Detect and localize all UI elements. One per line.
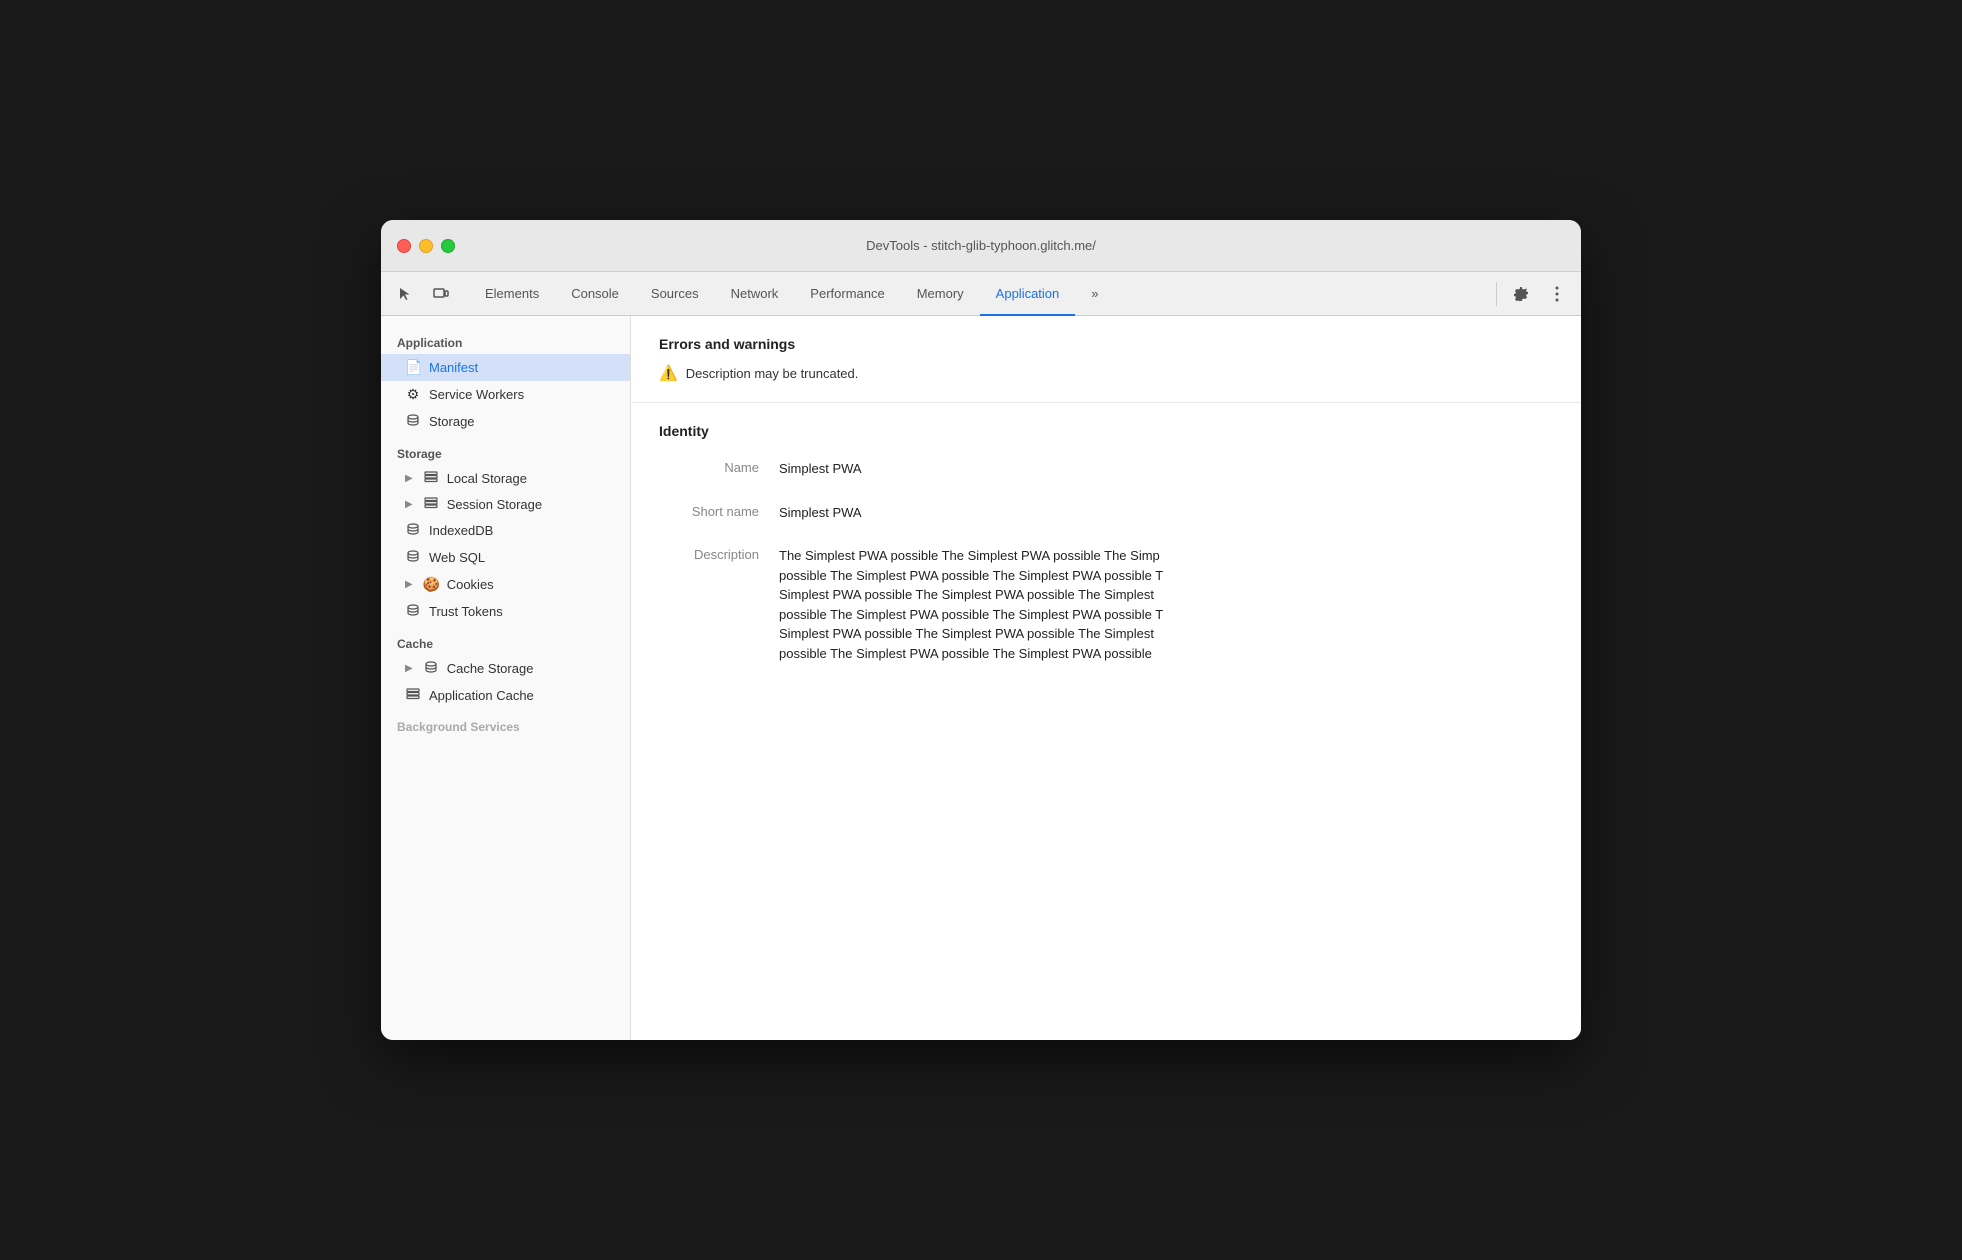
sidebar-item-indexeddb[interactable]: IndexedDB (381, 517, 630, 544)
device-toolbar-icon[interactable] (425, 278, 457, 310)
tab-application[interactable]: Application (980, 273, 1076, 316)
tabs: Elements Console Sources Network Perform… (469, 272, 1484, 315)
cache-storage-icon (423, 660, 439, 677)
arrow-icon-local-storage: ▶ (405, 473, 413, 484)
sidebar-item-cache-storage[interactable]: ▶ Cache Storage (381, 655, 630, 682)
sidebar-item-label-local-storage: Local Storage (447, 471, 527, 486)
content-panel: Errors and warnings ⚠️ Description may b… (631, 316, 1581, 1040)
window-title: DevTools - stitch-glib-typhoon.glitch.me… (866, 238, 1096, 253)
tab-elements[interactable]: Elements (469, 273, 555, 316)
local-storage-icon (423, 470, 439, 486)
traffic-lights (397, 239, 455, 253)
toolbar-right (1492, 272, 1573, 315)
application-cache-icon (405, 687, 421, 703)
sidebar-item-websql[interactable]: Web SQL (381, 544, 630, 571)
sidebar-item-service-workers[interactable]: ⚙ Service Workers (381, 381, 630, 408)
sidebar-item-local-storage[interactable]: ▶ Local Storage (381, 465, 630, 491)
value-name: Simplest PWA (779, 459, 1553, 479)
arrow-icon-session-storage: ▶ (405, 499, 413, 510)
indexeddb-icon (405, 522, 421, 539)
tab-sources[interactable]: Sources (635, 273, 715, 316)
tab-memory[interactable]: Memory (901, 273, 980, 316)
errors-section: Errors and warnings ⚠️ Description may b… (631, 316, 1581, 403)
tab-console[interactable]: Console (555, 273, 635, 316)
sidebar-item-label-cache-storage: Cache Storage (447, 661, 534, 676)
identity-row-name: Name Simplest PWA (659, 459, 1553, 479)
sidebar-item-label-indexeddb: IndexedDB (429, 523, 493, 538)
sidebar-item-application-cache[interactable]: Application Cache (381, 682, 630, 708)
maximize-button[interactable] (441, 239, 455, 253)
label-description: Description (659, 546, 779, 562)
tab-network[interactable]: Network (715, 273, 795, 316)
identity-section: Identity Name Simplest PWA Short name Si… (631, 403, 1581, 707)
close-button[interactable] (397, 239, 411, 253)
sidebar-section-application: Application (381, 324, 630, 354)
main-area: Application 📄 Manifest ⚙ Service Workers… (381, 316, 1581, 1040)
toolbar: Elements Console Sources Network Perform… (381, 272, 1581, 316)
sidebar-item-manifest[interactable]: 📄 Manifest (381, 354, 630, 381)
identity-row-description: Description The Simplest PWA possible Th… (659, 546, 1553, 663)
sidebar-item-label-service-workers: Service Workers (429, 387, 524, 402)
label-short-name: Short name (659, 503, 779, 519)
warning-row: ⚠️ Description may be truncated. (659, 364, 1553, 382)
more-tabs-button[interactable]: » (1075, 273, 1114, 316)
manifest-icon: 📄 (405, 359, 421, 376)
sidebar-item-label-trust-tokens: Trust Tokens (429, 604, 503, 619)
service-workers-icon: ⚙ (405, 386, 421, 403)
session-storage-icon (423, 496, 439, 512)
sidebar-item-label-storage-app: Storage (429, 414, 475, 429)
sidebar-item-cookies[interactable]: ▶ 🍪 Cookies (381, 571, 630, 598)
sidebar-item-storage-app[interactable]: Storage (381, 408, 630, 435)
content-inner: Errors and warnings ⚠️ Description may b… (631, 316, 1581, 707)
sidebar: Application 📄 Manifest ⚙ Service Workers… (381, 316, 631, 1040)
more-options-icon[interactable] (1541, 278, 1573, 310)
tab-performance[interactable]: Performance (794, 273, 900, 316)
trust-tokens-icon (405, 603, 421, 620)
sidebar-section-storage: Storage (381, 435, 630, 465)
devtools-window: DevTools - stitch-glib-typhoon.glitch.me… (381, 220, 1581, 1040)
sidebar-item-trust-tokens[interactable]: Trust Tokens (381, 598, 630, 625)
cookies-icon: 🍪 (423, 576, 439, 593)
toolbar-left (389, 272, 457, 315)
warning-text: Description may be truncated. (686, 366, 859, 381)
sidebar-item-label-manifest: Manifest (429, 360, 478, 375)
sidebar-item-label-application-cache: Application Cache (429, 688, 534, 703)
storage-app-icon (405, 413, 421, 430)
arrow-icon-cache-storage: ▶ (405, 663, 413, 674)
titlebar: DevTools - stitch-glib-typhoon.glitch.me… (381, 220, 1581, 272)
sidebar-item-label-session-storage: Session Storage (447, 497, 542, 512)
sidebar-item-label-cookies: Cookies (447, 577, 494, 592)
arrow-icon-cookies: ▶ (405, 579, 413, 590)
value-short-name: Simplest PWA (779, 503, 1553, 523)
value-description: The Simplest PWA possible The Simplest P… (779, 546, 1399, 663)
websql-icon (405, 549, 421, 566)
sidebar-item-label-websql: Web SQL (429, 550, 485, 565)
divider (1496, 282, 1497, 306)
warning-icon: ⚠️ (659, 364, 678, 382)
identity-title: Identity (659, 423, 1553, 439)
sidebar-item-session-storage[interactable]: ▶ Session Storage (381, 491, 630, 517)
settings-icon[interactable] (1505, 278, 1537, 310)
sidebar-section-cache: Cache (381, 625, 630, 655)
cursor-icon[interactable] (389, 278, 421, 310)
sidebar-section-background: Background Services (381, 708, 630, 738)
errors-title: Errors and warnings (659, 336, 1553, 352)
minimize-button[interactable] (419, 239, 433, 253)
identity-row-short-name: Short name Simplest PWA (659, 503, 1553, 523)
label-name: Name (659, 459, 779, 475)
